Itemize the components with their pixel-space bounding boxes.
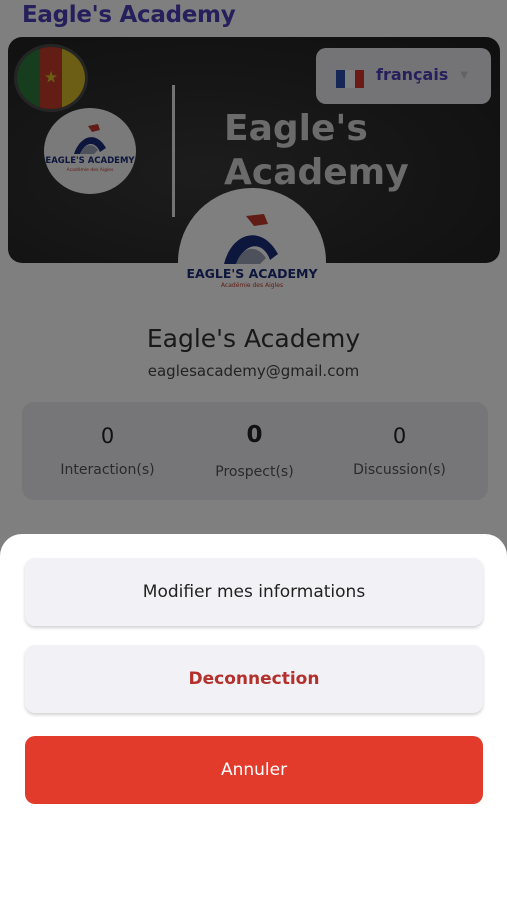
logout-button[interactable]: Deconnection <box>25 645 483 713</box>
cancel-button[interactable]: Annuler <box>25 736 483 804</box>
edit-profile-button[interactable]: Modifier mes informations <box>25 558 483 626</box>
action-sheet: Modifier mes informations Deconnection A… <box>0 534 507 900</box>
